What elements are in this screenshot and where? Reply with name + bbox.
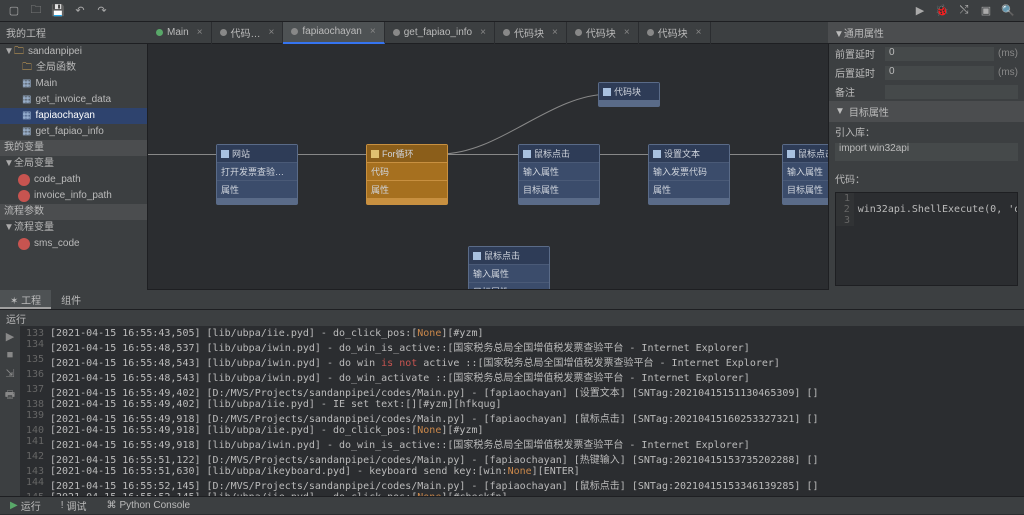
node-code-block[interactable]: 代码块 [598,82,660,107]
pre-delay-input[interactable]: 0 [885,47,994,61]
undo-icon[interactable]: ↶ [70,1,90,21]
tab-project[interactable]: ✶ 工程 [0,290,51,309]
console-output: ▶ ■ ⇲ 🖶 133[2021-04-15 16:55:43,505] [li… [0,326,1024,496]
close-icon[interactable]: × [552,27,558,38]
rerun-icon[interactable]: ▶ [6,330,14,343]
log-line: 142[2021-04-15 16:55:51,122] [D:/MVS/Pro… [20,451,1024,466]
log-line: 134[2021-04-15 16:55:48,537] [lib/ubpa/i… [20,339,1024,354]
remark-input[interactable] [885,85,1018,99]
target-props-title: 目标属性 [849,104,889,119]
save-icon[interactable]: 💾 [48,1,68,21]
bottom-run[interactable]: ▶运行 [4,498,47,513]
flow-params-section: 流程参数 [0,204,147,220]
log-line: 139[2021-04-15 16:55:49,918] [D:/MVS/Pro… [20,410,1024,425]
new-icon[interactable]: ▢ [4,1,24,21]
lower-panel-tabs: ✶ 工程 组件 [0,290,1024,310]
run-panel-header: 运行 [0,310,1024,326]
log-line: 136[2021-04-15 16:55:48,543] [lib/ubpa/i… [20,369,1024,384]
run-icon[interactable]: ▶ [910,1,930,21]
editor-tab-bar: 我的工程 Main×代码…×fapiaochayan×get_fapiao_in… [0,22,1024,44]
properties-panel: 前置延时0(ms) 后置延时0(ms) 备注 ▼目标属性 引入库： import… [828,44,1024,290]
tree-item-get_fapiao_info[interactable]: ▦get_fapiao_info [0,124,147,140]
print-icon[interactable]: 🖶 [5,386,15,405]
tree-item-全局函数[interactable]: 🗀全局函数 [0,60,147,76]
console-gutter: ▶ ■ ⇲ 🖶 [0,326,20,496]
var-item-sms_code[interactable]: sms_code [0,236,147,252]
post-delay-input[interactable]: 0 [885,66,994,80]
log-line: 144[2021-04-15 16:55:52,145] [D:/MVS/Pro… [20,477,1024,492]
bottom-bar: ▶运行 ! 调试 ⌘ Python Console [0,496,1024,514]
close-icon[interactable]: × [624,27,630,38]
sidebar-title: 我的工程 [0,25,148,40]
bottom-python-console[interactable]: ⌘ Python Console [100,500,196,511]
project-tree: ▼🗀sandanpipei 🗀全局函数▦Main▦get_invoice_dat… [0,44,148,290]
log-line: 133[2021-04-15 16:55:43,505] [lib/ubpa/i… [20,328,1024,339]
tab-component[interactable]: 组件 [51,290,91,309]
editor-tab-1[interactable]: 代码…× [212,22,284,44]
general-props-title: 通用属性 [844,29,884,40]
debug-icon[interactable]: 🐞 [932,1,952,21]
pre-delay-label: 前置延时 [835,46,885,61]
stop-icon[interactable]: ■ [7,349,14,361]
scroll-icon[interactable]: ⇲ [5,367,14,380]
remark-label: 备注 [835,84,885,99]
my-variables-section: 我的变量 [0,140,147,156]
post-delay-label: 后置延时 [835,65,885,80]
tree-item-Main[interactable]: ▦Main [0,76,147,92]
flow-canvas[interactable]: 网站 打开发票查验… 属性 For循环 代码 属性 代码块 鼠标点击 输入属性 … [148,44,828,290]
var-item-全局变量[interactable]: ▼全局变量 [0,156,147,172]
code-editor[interactable]: 1 2win32api.ShellExecute(0, 'o 3 [835,192,1018,286]
node-website[interactable]: 网站 打开发票查验… 属性 [216,144,298,205]
var-item-invoice_info_path[interactable]: invoice_info_path [0,188,147,204]
tree-item-get_invoice_data[interactable]: ▦get_invoice_data [0,92,147,108]
node-click-3[interactable]: 鼠标点击 输入属性 目标属性 [468,246,550,290]
import-input[interactable]: import win32api [835,143,1018,161]
import-label: 引入库： [835,124,885,139]
close-icon[interactable]: × [480,27,486,38]
bottom-debug[interactable]: ! 调试 [55,498,93,513]
log-line: 145[2021-04-15 16:55:52,145] [lib/ubpa/i… [20,492,1024,496]
var-item-code_path[interactable]: code_path [0,172,147,188]
log-line: 143[2021-04-15 16:55:51,630] [lib/ubpa/i… [20,466,1024,477]
editor-tab-2[interactable]: fapiaochayan× [283,22,384,44]
search-icon[interactable]: 🔍 [998,1,1018,21]
tree-item-fapiaochayan[interactable]: ▦fapiaochayan [0,108,147,124]
top-toolbar: ▢ 🗀 💾 ↶ ↷ ▶ 🐞 ⤭ ▣ 🔍 [0,0,1024,22]
editor-tab-3[interactable]: get_fapiao_info× [385,22,495,44]
log-line: 141[2021-04-15 16:55:49,918] [lib/ubpa/i… [20,436,1024,451]
log-line: 140[2021-04-15 16:55:49,918] [lib/ubpa/i… [20,425,1024,436]
log-line: 135[2021-04-15 16:55:48,543] [lib/ubpa/i… [20,354,1024,369]
node-click-1[interactable]: 鼠标点击 输入属性 目标属性 [518,144,600,205]
node-for-loop[interactable]: For循环 代码 属性 [366,144,448,205]
code-label: 代码： [835,171,885,186]
editor-tab-5[interactable]: 代码块× [567,22,639,44]
project-root[interactable]: ▼🗀sandanpipei [0,44,147,60]
node-click-2[interactable]: 鼠标点击 输入属性 目标属性 [782,144,828,205]
close-icon[interactable]: × [197,27,203,38]
redo-icon[interactable]: ↷ [92,1,112,21]
editor-tab-4[interactable]: 代码块× [495,22,567,44]
step-icon[interactable]: ⤭ [954,1,974,21]
log-line: 138[2021-04-15 16:55:49,402] [lib/ubpa/i… [20,399,1024,410]
log-line: 137[2021-04-15 16:55:49,402] [D:/MVS/Pro… [20,384,1024,399]
open-icon[interactable]: 🗀 [26,1,46,21]
editor-tab-0[interactable]: Main× [148,22,212,44]
editor-tab-6[interactable]: 代码块× [639,22,711,44]
build-icon[interactable]: ▣ [976,1,996,21]
node-set-text[interactable]: 设置文本 输入发票代码 属性 [648,144,730,205]
var-item-流程变量[interactable]: ▼流程变量 [0,220,147,236]
close-icon[interactable]: × [370,26,376,37]
close-icon[interactable]: × [269,27,275,38]
close-icon[interactable]: × [696,27,702,38]
